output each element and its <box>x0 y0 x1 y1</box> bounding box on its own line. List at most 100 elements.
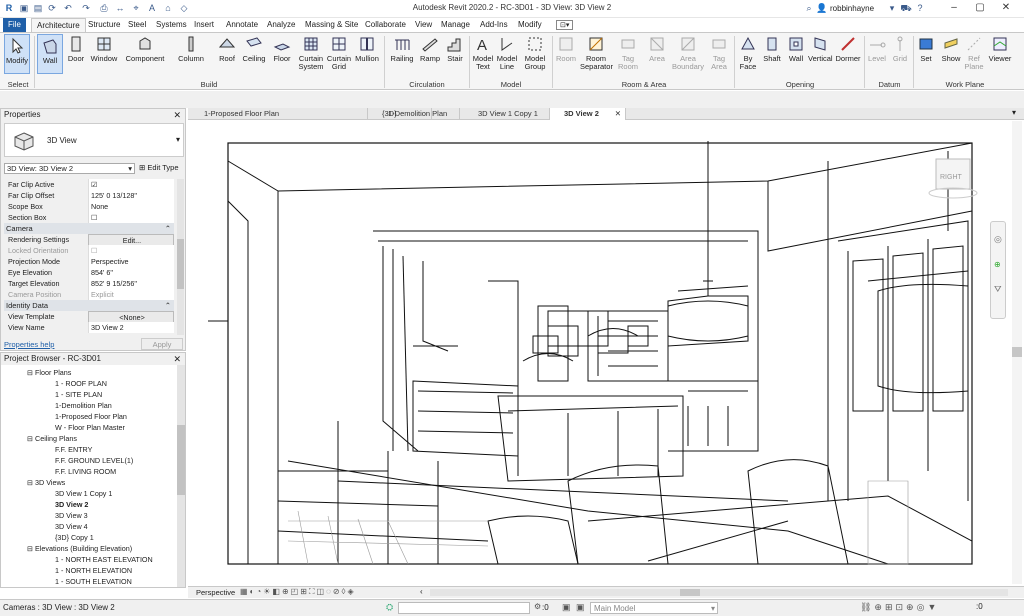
active-model-selector[interactable]: Main Model ▾ <box>590 602 718 614</box>
window-button[interactable]: Window <box>89 35 119 63</box>
tab-structure[interactable]: Structure <box>83 18 125 32</box>
railing-button[interactable]: Railing <box>388 35 416 63</box>
properties-scrollbar[interactable] <box>177 179 184 335</box>
tree-item[interactable]: 1 - NORTH ELEVATION <box>55 565 132 576</box>
minimize-button[interactable]: – <box>944 1 964 15</box>
model-group-button[interactable]: Model Group <box>520 35 550 71</box>
tree-item[interactable]: 1 - SOUTH ELEVATION <box>55 576 132 587</box>
tree-item[interactable]: 1 - ROOF PLAN <box>55 378 107 389</box>
grid-button[interactable]: Grid <box>889 35 911 63</box>
section-camera[interactable]: Camera ⌃ <box>4 223 174 234</box>
model-selector-icon[interactable]: ▣ <box>576 602 585 613</box>
worksharing-icon[interactable]: ⛭ <box>386 602 393 613</box>
room-separator-button[interactable]: Room Separator <box>580 35 613 71</box>
tab-view-3d-view-2[interactable]: 3D View 2 ✕ <box>550 108 626 120</box>
viewcube-icon[interactable]: RIGHT <box>928 158 978 199</box>
tree-item[interactable]: 1 - SITE PLAN <box>55 389 102 400</box>
tab-massing-site[interactable]: Massing & Site <box>300 18 363 32</box>
chevron-down-icon[interactable]: ▾ <box>886 2 898 14</box>
ramp-button[interactable]: Ramp <box>418 35 442 63</box>
prop-value[interactable]: ☑ <box>88 179 174 190</box>
prop-value[interactable]: 3D View 2 <box>88 322 174 333</box>
model-text-button[interactable]: A Model Text <box>471 35 495 71</box>
modify-button[interactable]: Modify <box>4 34 30 74</box>
curtain-grid-button[interactable]: Curtain Grid <box>326 35 352 71</box>
chevron-down-icon[interactable]: ▾ <box>176 135 180 144</box>
prop-value[interactable]: Perspective <box>88 256 174 267</box>
tree-item[interactable]: 3D View 1 Copy 1 <box>55 488 112 499</box>
tree-item[interactable]: 1-Proposed Floor Plan <box>55 411 127 422</box>
prop-value[interactable]: None <box>88 201 174 212</box>
tab-manage[interactable]: Manage <box>436 18 475 32</box>
tree-item[interactable]: 1-Demolition Plan <box>55 400 112 411</box>
tab-architecture[interactable]: Architecture <box>31 18 86 32</box>
stair-button[interactable]: Stair <box>443 35 467 63</box>
shaft-button[interactable]: Shaft <box>761 35 783 63</box>
tree-group-floor-plans[interactable]: ⊟ Floor Plans <box>27 367 71 378</box>
tree-item[interactable]: {3D} Copy 1 <box>55 532 94 543</box>
mullion-button[interactable]: Mullion <box>353 35 381 63</box>
room-button[interactable]: Room <box>554 35 578 63</box>
tree-item[interactable]: F.F. LIVING ROOM <box>55 466 116 477</box>
dormer-button[interactable]: Dormer <box>834 35 862 63</box>
model-line-button[interactable]: Model Line <box>496 35 518 71</box>
browser-scrollbar[interactable] <box>177 365 185 587</box>
level-button[interactable]: Level <box>866 35 888 63</box>
steering-wheel-icon[interactable]: ◎ <box>994 234 1002 245</box>
tab-file[interactable]: File <box>3 18 26 32</box>
type-selector[interactable]: 3D View ▾ <box>4 123 184 157</box>
area-boundary-button[interactable]: Area Boundary <box>670 35 706 71</box>
apply-button[interactable]: Apply <box>141 338 183 350</box>
properties-help-link[interactable]: Properties help <box>4 340 54 349</box>
canvas-scrollbar-vertical[interactable] <box>1012 121 1022 584</box>
set-button[interactable]: Set <box>915 35 937 63</box>
editing-requests-icon[interactable]: ⚙ <box>534 602 541 611</box>
tree-item[interactable]: 3D View 4 <box>55 521 88 532</box>
design-options-icon[interactable]: ▣ <box>562 602 571 613</box>
view-control-icons[interactable]: ▦◐◔☀◧⊕◰⊞⛶◫◌⊘◊◈ <box>240 587 356 597</box>
help-icon[interactable]: ? <box>914 2 926 14</box>
component-button[interactable]: Component <box>123 35 167 63</box>
orbit-icon[interactable]: ⛛ <box>994 284 1002 295</box>
user-name[interactable]: robbinhayne <box>830 4 874 13</box>
prop-value[interactable]: 854' 6" <box>88 267 174 278</box>
door-button[interactable]: Door <box>64 35 88 63</box>
wall-button[interactable]: Wall <box>37 34 63 74</box>
tag-room-button[interactable]: Tag Room <box>614 35 642 71</box>
scroll-left-icon[interactable]: ‹ <box>420 587 423 596</box>
tree-group-ceiling-plans[interactable]: ⊟ Ceiling Plans <box>27 433 77 444</box>
tab-steel[interactable]: Steel <box>123 18 151 32</box>
prop-value[interactable]: ☐ <box>88 212 174 223</box>
drawing-canvas[interactable]: RIGHT ◎ ⊕ ⛛ <box>188 121 1010 584</box>
prop-value[interactable]: 852' 9 15/256" <box>88 278 174 289</box>
tabs-overflow-icon[interactable]: ▾ <box>1012 108 1016 117</box>
section-identity-data[interactable]: Identity Data ⌃ <box>4 300 174 311</box>
roof-button[interactable]: Roof <box>214 35 240 63</box>
vertical-button[interactable]: Vertical <box>808 35 833 63</box>
search-icon[interactable]: ⌕ <box>803 2 815 14</box>
tree-group-elevations[interactable]: ⊟ Elevations (Building Elevation) <box>27 543 132 554</box>
floor-button[interactable]: Floor <box>270 35 294 63</box>
view-mode-label[interactable]: Perspective <box>196 588 235 597</box>
view-instance-selector[interactable]: 3D View: 3D View 2 ▾ <box>4 163 135 174</box>
contextual-dropdown-icon[interactable]: ⊡▾ <box>556 20 574 30</box>
viewer-button[interactable]: Viewer <box>987 35 1013 63</box>
tab-view-demolition[interactable]: 1-Demolition Plan <box>374 108 464 120</box>
tree-item-active[interactable]: 3D View 2 <box>55 499 88 510</box>
tab-collaborate[interactable]: Collaborate <box>360 18 411 32</box>
maximize-button[interactable]: ▢ <box>970 1 990 15</box>
tree-item[interactable]: 1 - NORTH EAST ELEVATION <box>55 554 153 565</box>
zoom-icon[interactable]: ⊕ <box>994 260 1001 269</box>
tab-systems[interactable]: Systems <box>151 18 192 32</box>
area-button[interactable]: Area <box>645 35 669 63</box>
tag-area-button[interactable]: Tag Area <box>707 35 731 71</box>
ref-plane-button[interactable]: Ref Plane <box>963 35 985 71</box>
wall-opening-button[interactable]: Wall <box>785 35 807 63</box>
by-face-button[interactable]: By Face <box>737 35 759 71</box>
tab-annotate[interactable]: Annotate <box>221 18 263 32</box>
close-icon[interactable]: ✕ <box>615 108 621 120</box>
selection-filter-icons[interactable]: ⛓⊕⊞⊡⊕◎▼ <box>860 602 939 613</box>
canvas-scrollbar-horizontal[interactable] <box>430 589 1008 596</box>
3d-perspective-view[interactable]: RIGHT <box>188 121 1010 584</box>
tab-add-ins[interactable]: Add-Ins <box>475 18 513 32</box>
